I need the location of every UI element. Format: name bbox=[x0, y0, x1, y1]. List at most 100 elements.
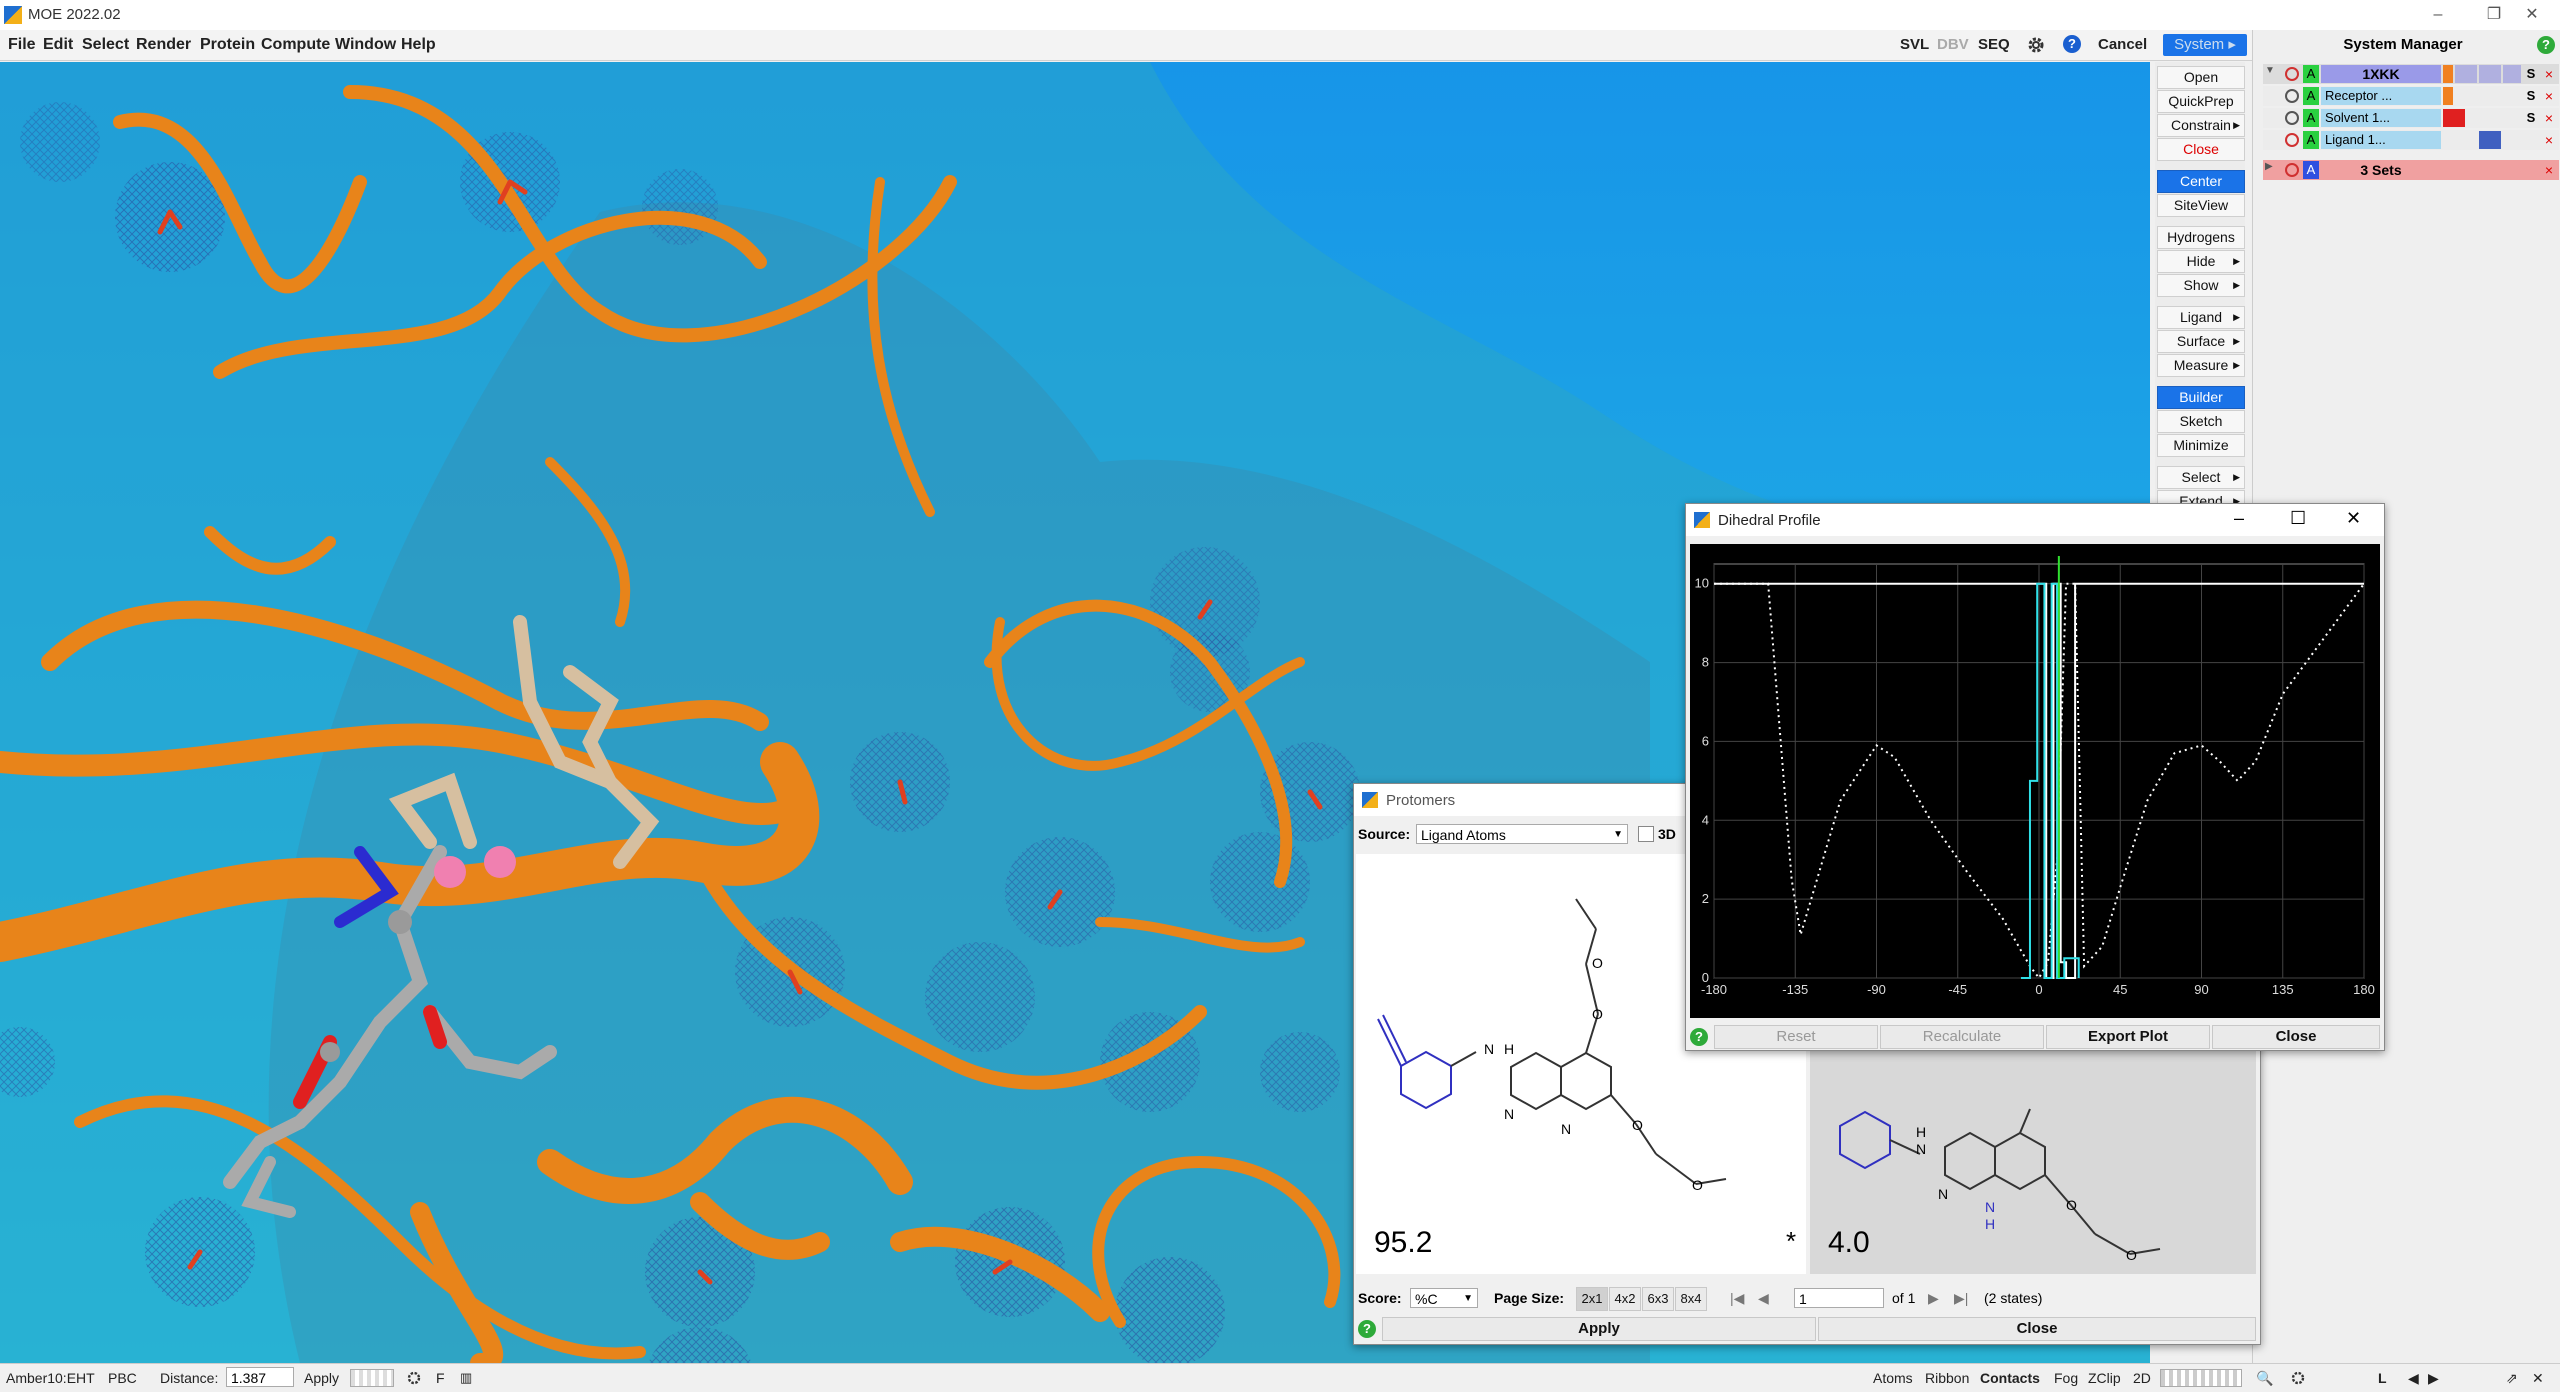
delete-icon[interactable]: × bbox=[2541, 65, 2557, 83]
active-toggle[interactable]: A bbox=[2303, 65, 2319, 83]
visibility-icon[interactable] bbox=[2285, 89, 2299, 103]
visibility-icon[interactable] bbox=[2285, 133, 2299, 147]
active-toggle[interactable]: A bbox=[2303, 131, 2319, 149]
toolbar-close-button[interactable]: Close bbox=[2157, 138, 2245, 161]
gear-icon[interactable] bbox=[2026, 35, 2046, 55]
s-toggle[interactable]: S bbox=[2523, 65, 2539, 83]
toolbar-ligand-button[interactable]: Ligand ▶ bbox=[2157, 306, 2245, 329]
toolbar-minimize-button[interactable]: Minimize bbox=[2157, 434, 2245, 457]
help-icon[interactable]: ? bbox=[1358, 1320, 1376, 1338]
svl-button[interactable]: SVL bbox=[1900, 36, 1929, 53]
chain-name[interactable]: Solvent 1... bbox=[2321, 109, 2441, 127]
forcefield-label[interactable]: Amber10:EHT bbox=[6, 1370, 95, 1386]
2d-toggle[interactable]: 2D bbox=[2133, 1370, 2151, 1386]
l-toggle[interactable]: L bbox=[2378, 1370, 2387, 1386]
cancel-button[interactable]: Cancel bbox=[2098, 36, 2147, 53]
menu-window[interactable]: Window bbox=[335, 36, 396, 54]
system-row-1xkk[interactable]: ▼ A 1XKK S × bbox=[2263, 64, 2559, 84]
page-number-input[interactable]: 1 bbox=[1794, 1288, 1884, 1308]
delete-icon[interactable]: × bbox=[2541, 131, 2557, 149]
chart-icon[interactable]: ▥ bbox=[460, 1370, 472, 1386]
reset-button[interactable]: Reset bbox=[1714, 1025, 1878, 1049]
zoom-slider[interactable] bbox=[2160, 1369, 2242, 1387]
menu-protein[interactable]: Protein bbox=[200, 36, 255, 54]
next-page-icon[interactable]: ▶ bbox=[1928, 1290, 1939, 1307]
toolbar-quickprep-button[interactable]: QuickPrep bbox=[2157, 90, 2245, 113]
menu-select[interactable]: Select bbox=[82, 36, 129, 54]
system-name[interactable]: 1XKK bbox=[2321, 65, 2441, 83]
visibility-icon[interactable] bbox=[2285, 111, 2299, 125]
close-icon[interactable]: ✕ bbox=[2346, 508, 2361, 529]
score-select[interactable]: %C ▼ bbox=[1410, 1288, 1478, 1308]
toolbar-siteview-button[interactable]: SiteView bbox=[2157, 194, 2245, 217]
toolbar-hide-button[interactable]: Hide ▶ bbox=[2157, 250, 2245, 273]
page-size-8x4[interactable]: 8x4 bbox=[1675, 1287, 1707, 1311]
color-swatch[interactable] bbox=[2443, 87, 2453, 105]
pbc-label[interactable]: PBC bbox=[108, 1370, 137, 1386]
line-style[interactable] bbox=[2479, 131, 2501, 149]
menu-render[interactable]: Render bbox=[136, 36, 191, 54]
recalculate-button[interactable]: Recalculate bbox=[1880, 1025, 2044, 1049]
sets-row[interactable]: ▶ A 3 Sets × bbox=[2263, 160, 2559, 180]
seq-button[interactable]: SEQ bbox=[1978, 36, 2010, 53]
help-icon[interactable]: ? bbox=[1690, 1028, 1708, 1046]
delete-icon[interactable]: × bbox=[2541, 109, 2557, 127]
dihedral-titlebar[interactable]: Dihedral Profile – ☐ ✕ bbox=[1686, 504, 2384, 536]
toolbar-builder-button[interactable]: Builder bbox=[2157, 386, 2245, 409]
dbv-button[interactable]: DBV bbox=[1937, 36, 1969, 53]
s-toggle[interactable]: S bbox=[2523, 87, 2539, 105]
apply-button[interactable]: Apply bbox=[304, 1370, 339, 1386]
page-size-6x3[interactable]: 6x3 bbox=[1642, 1287, 1674, 1311]
close-icon[interactable]: ✕ bbox=[2504, 0, 2560, 30]
active-toggle[interactable]: A bbox=[2303, 161, 2319, 179]
system-row-ligand[interactable]: A Ligand 1... × bbox=[2263, 130, 2559, 150]
menu-compute[interactable]: Compute bbox=[261, 36, 330, 54]
toolbar-open-button[interactable]: Open bbox=[2157, 66, 2245, 89]
menu-edit[interactable]: Edit bbox=[43, 36, 73, 54]
surface-style[interactable] bbox=[2479, 65, 2501, 83]
visibility-icon[interactable] bbox=[2285, 163, 2299, 177]
toolbar-hydrogens-button[interactable]: Hydrogens bbox=[2157, 226, 2245, 249]
system-row-receptor[interactable]: A Receptor ... S × bbox=[2263, 86, 2559, 106]
atoms-toggle[interactable]: Atoms bbox=[1873, 1370, 1913, 1386]
ribbon-toggle[interactable]: Ribbon bbox=[1925, 1370, 1969, 1386]
distance-input[interactable]: 1.387 bbox=[226, 1367, 294, 1387]
toolbar-sketch-button[interactable]: Sketch bbox=[2157, 410, 2245, 433]
3d-checkbox[interactable] bbox=[1638, 826, 1654, 842]
first-page-icon[interactable]: |◀ bbox=[1730, 1290, 1744, 1307]
menu-help[interactable]: Help bbox=[401, 36, 436, 54]
zclip-toggle[interactable]: ZClip bbox=[2088, 1370, 2121, 1386]
system-button[interactable]: System ▸ bbox=[2163, 34, 2247, 56]
ribbon-style[interactable] bbox=[2503, 65, 2521, 83]
fog-toggle[interactable]: Fog bbox=[2054, 1370, 2078, 1386]
toolbar-surface-button[interactable]: Surface ▶ bbox=[2157, 330, 2245, 353]
page-size-4x2[interactable]: 4x2 bbox=[1609, 1287, 1641, 1311]
popout-icon[interactable]: ⇗ bbox=[2506, 1370, 2518, 1387]
chain-name[interactable]: Receptor ... bbox=[2321, 87, 2441, 105]
slider-widget[interactable] bbox=[350, 1369, 394, 1387]
color-swatch[interactable] bbox=[2443, 109, 2465, 127]
toolbar-measure-button[interactable]: Measure ▶ bbox=[2157, 354, 2245, 377]
help-icon[interactable]: ? bbox=[2537, 36, 2555, 54]
search-icon[interactable]: 🔍 bbox=[2256, 1370, 2273, 1387]
color-swatch[interactable] bbox=[2443, 65, 2453, 83]
close-button[interactable]: Close bbox=[1818, 1317, 2256, 1341]
gear-icon[interactable] bbox=[2290, 1370, 2306, 1386]
prev-page-icon[interactable]: ◀ bbox=[1758, 1290, 1769, 1307]
chain-name[interactable]: Ligand 1... bbox=[2321, 131, 2441, 149]
page-size-2x1[interactable]: 2x1 bbox=[1576, 1287, 1608, 1311]
last-page-icon[interactable]: ▶| bbox=[1954, 1290, 1968, 1307]
line-style[interactable] bbox=[2455, 65, 2477, 83]
contacts-toggle[interactable]: Contacts bbox=[1980, 1370, 2040, 1386]
gear-icon[interactable] bbox=[406, 1370, 422, 1386]
toolbar-constrain-button[interactable]: Constrain ▶ bbox=[2157, 114, 2245, 137]
menu-file[interactable]: File bbox=[8, 36, 36, 54]
back-icon[interactable]: ◀ bbox=[2408, 1370, 2419, 1387]
visibility-icon[interactable] bbox=[2285, 67, 2299, 81]
sets-name[interactable]: 3 Sets bbox=[2321, 161, 2441, 179]
close-button[interactable]: Close bbox=[2212, 1025, 2380, 1049]
apply-button[interactable]: Apply bbox=[1382, 1317, 1816, 1341]
system-row-solvent[interactable]: A Solvent 1... S × bbox=[2263, 108, 2559, 128]
minimize-icon[interactable]: – bbox=[2234, 508, 2244, 529]
active-toggle[interactable]: A bbox=[2303, 87, 2319, 105]
